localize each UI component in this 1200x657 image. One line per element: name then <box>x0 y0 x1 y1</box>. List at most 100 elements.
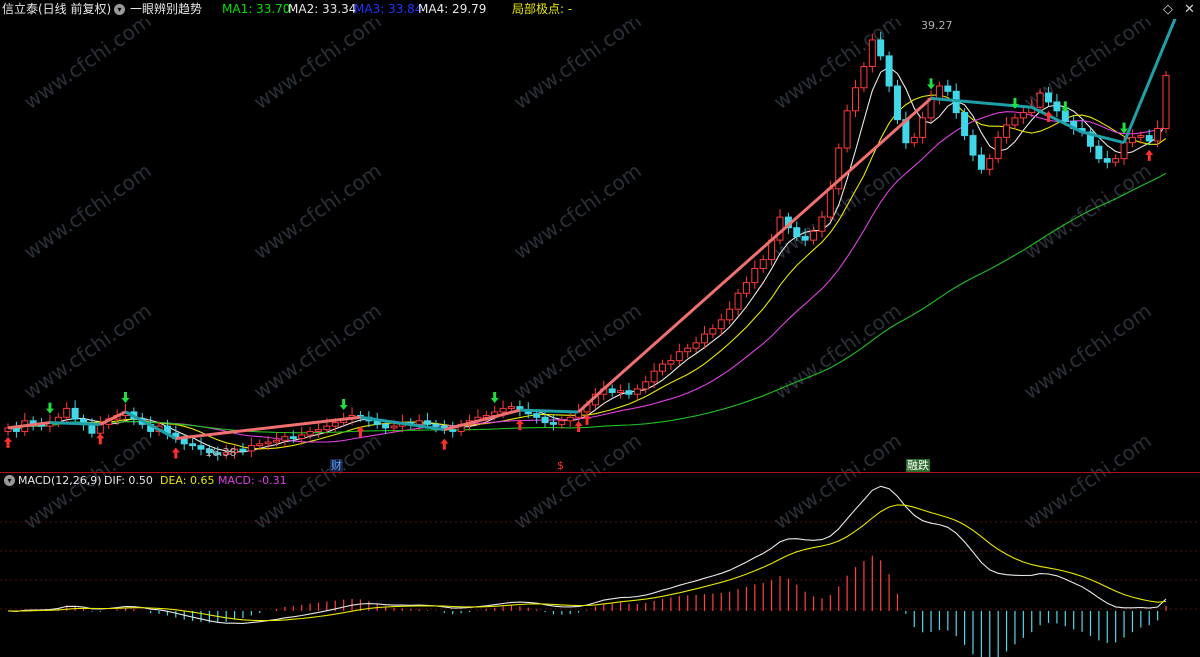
candle-body <box>717 319 725 330</box>
dif-line <box>7 485 1167 624</box>
macd-dea-value: DEA: 0.65 <box>160 474 215 487</box>
candle-body <box>893 85 901 121</box>
candle-body <box>742 282 750 294</box>
candle-body <box>675 351 683 362</box>
event-marker-dividend[interactable]: $ <box>556 459 565 472</box>
candle-body <box>1011 117 1019 126</box>
diamond-icon[interactable]: ◇ <box>1163 0 1173 19</box>
candle-body <box>1137 135 1145 138</box>
candle-body <box>633 388 641 395</box>
candle-body <box>449 429 457 432</box>
local-extreme-label: 局部极点: - <box>512 2 573 16</box>
candle-body <box>1036 92 1044 108</box>
chart-header: 信立泰(日线 前复权) ▾ 一眼辨别趋势 MA1: 33.70 MA2: 33.… <box>0 0 1200 19</box>
candle-body <box>969 135 977 156</box>
candle-body <box>885 55 893 87</box>
candle-body <box>709 328 717 335</box>
candle-body <box>961 112 969 137</box>
macd-title[interactable]: MACD(12,26,9) <box>18 473 102 489</box>
candle-body <box>986 158 994 170</box>
candle-body <box>382 423 390 429</box>
candle-body <box>608 388 616 393</box>
candle-body <box>919 117 927 138</box>
candle-body <box>793 227 801 238</box>
candle-body <box>189 443 197 447</box>
candle-body <box>1053 101 1061 112</box>
candle-body <box>642 381 650 390</box>
candle-body <box>625 390 633 395</box>
candle-body <box>273 439 281 443</box>
candle-body <box>1128 136 1136 144</box>
candle-body <box>1162 74 1170 130</box>
candle-body <box>944 85 952 92</box>
stock-title[interactable]: 信立泰(日线 前复权) <box>2 0 111 19</box>
candle-body <box>1003 124 1011 138</box>
candle-body <box>1095 145 1103 160</box>
candle-body <box>180 438 188 445</box>
candle-body <box>818 216 826 232</box>
candle-body <box>1045 92 1053 103</box>
close-icon[interactable]: ✕ <box>1184 0 1195 19</box>
ma2-value: MA2: 33.34 <box>288 2 357 16</box>
candle-body <box>617 390 625 393</box>
candle-body <box>1120 142 1128 160</box>
price-low-label: 16.38 <box>205 446 237 459</box>
candle-body <box>71 407 79 420</box>
candle-body <box>860 66 868 89</box>
candle-body <box>314 429 322 432</box>
candle-body <box>751 267 759 284</box>
event-marker-finance[interactable]: 财 <box>330 459 343 472</box>
candle-body <box>650 370 658 383</box>
candle-body <box>1145 135 1153 142</box>
candle-body <box>667 360 675 365</box>
candle-body <box>415 420 423 425</box>
candle-body <box>852 87 860 112</box>
candle-body <box>533 413 541 418</box>
candle-body <box>659 363 667 372</box>
candle-body <box>826 188 834 218</box>
candle-body <box>810 230 818 241</box>
candle-body <box>1019 112 1027 119</box>
candle-body <box>692 342 700 349</box>
candle-body <box>256 443 264 447</box>
candle-body <box>63 407 71 418</box>
candle-body <box>298 434 306 440</box>
candle-body <box>977 154 985 170</box>
candle-body <box>289 436 297 440</box>
candle-body <box>776 216 784 241</box>
candle-body <box>88 423 96 434</box>
candle-body <box>264 441 272 445</box>
macd-dif-value: DIF: 0.50 <box>104 474 153 487</box>
macd-macd-value: MACD: -0.31 <box>218 474 287 487</box>
ma3-value: MA3: 33.84 <box>354 2 423 16</box>
candle-body <box>390 425 398 429</box>
candle-body <box>684 347 692 353</box>
candle-body <box>499 407 507 413</box>
macd-grid <box>0 521 1200 610</box>
chart-canvas[interactable]: www.cfchi.com www.cfchi.com www.cfchi.com w… <box>0 0 1200 657</box>
candle-body <box>247 445 255 452</box>
candle-body <box>281 436 289 441</box>
stock-chart-window: www.cfchi.com www.cfchi.com www.cfchi.com w… <box>0 0 1200 657</box>
trend-down-segment <box>49 421 101 426</box>
macd-header: ▾ MACD(12,26,9) DIF: 0.50 DEA: 0.65 MACD… <box>0 473 1200 489</box>
trend-down-segment <box>519 408 579 414</box>
macd-menu-icon[interactable]: ▾ <box>4 475 15 486</box>
candle-body <box>549 422 557 425</box>
candle-body <box>331 422 339 427</box>
candle-body <box>507 406 515 409</box>
indicator-name[interactable]: 一眼辨别趋势 <box>130 0 202 19</box>
candle-body <box>994 136 1002 160</box>
candle-body <box>424 420 432 425</box>
indicator-dropdown-icon[interactable]: ▾ <box>114 4 125 15</box>
candle-body <box>239 448 247 452</box>
candle-body <box>558 420 566 425</box>
candle-body <box>734 292 742 310</box>
candle-body <box>541 416 549 424</box>
price-high-label: 39.27 <box>921 19 953 32</box>
candle-body <box>306 430 314 436</box>
macd-lines <box>7 485 1167 624</box>
event-marker-margin[interactable]: 融跌 <box>906 459 930 472</box>
candle-body <box>759 259 767 269</box>
candle-body <box>1103 158 1111 163</box>
